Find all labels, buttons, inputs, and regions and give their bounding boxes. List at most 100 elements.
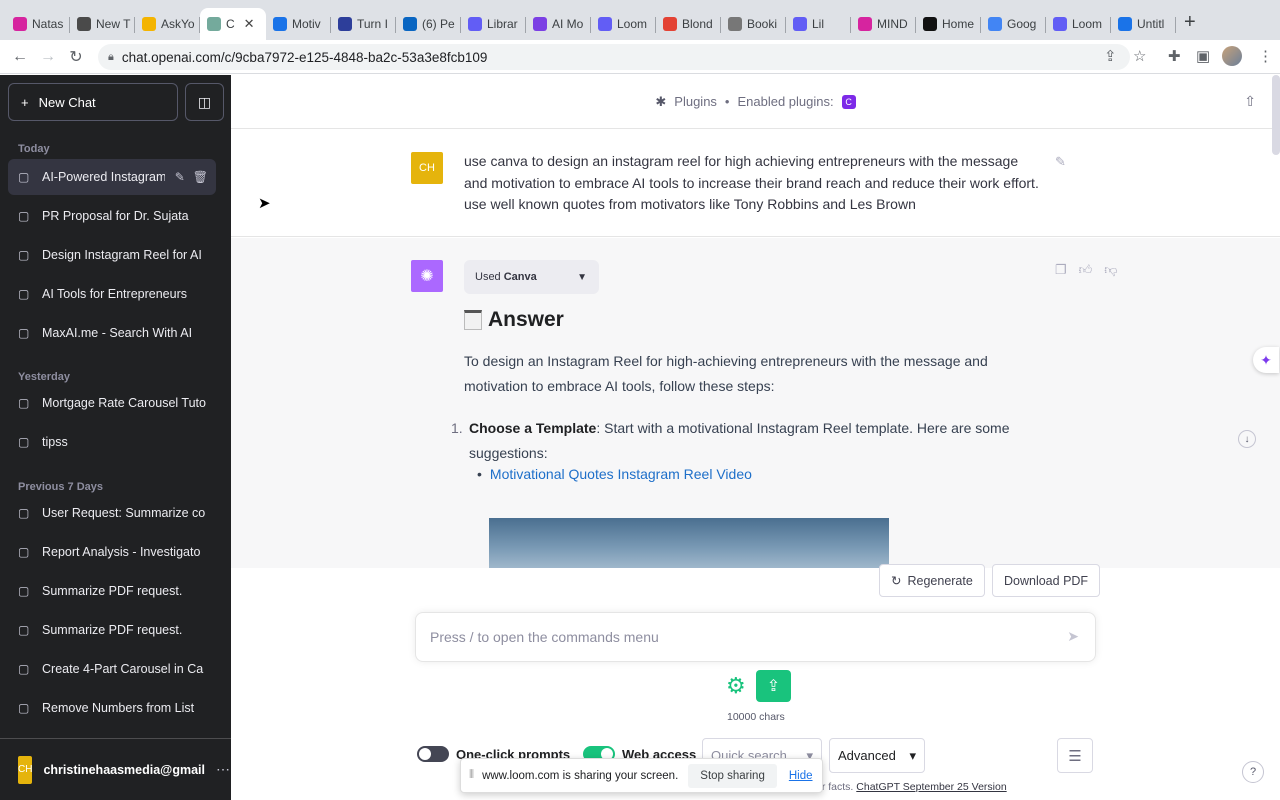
pencil-icon[interactable]: ✎ bbox=[175, 170, 185, 184]
share-page-icon[interactable]: ⇪ bbox=[1104, 47, 1117, 65]
template-preview-image[interactable] bbox=[489, 518, 889, 568]
export-button[interactable]: ⇪ bbox=[756, 670, 791, 702]
chat-item-label: MaxAI.me - Search With AI bbox=[42, 326, 193, 340]
chat-bubble-icon: ▢ bbox=[18, 545, 30, 559]
sidebar-section-heading: Yesterday bbox=[18, 371, 70, 383]
settings-sliders-button[interactable]: ☰ bbox=[1057, 738, 1093, 773]
used-plugin-dropdown[interactable]: Used Canva ▼ bbox=[464, 260, 599, 294]
version-link[interactable]: ChatGPT September 25 Version bbox=[856, 781, 1006, 793]
browser-tab[interactable]: (6) Pe bbox=[396, 8, 461, 40]
forward-icon[interactable]: → bbox=[34, 48, 62, 66]
message-feedback: ❐ 👍︎ 👎︎ bbox=[1055, 262, 1117, 278]
browser-tab[interactable]: Blond bbox=[656, 8, 721, 40]
browser-tab[interactable]: Natas bbox=[6, 8, 70, 40]
toggle-sidebar-button[interactable]: ◫ bbox=[185, 83, 224, 121]
bookmark-star-icon[interactable]: ☆ bbox=[1133, 47, 1146, 65]
prompt-input[interactable]: Press / to open the commands menu ➤ bbox=[415, 612, 1096, 662]
browser-tab[interactable]: MIND bbox=[851, 8, 916, 40]
browser-tab[interactable]: New T bbox=[70, 8, 135, 40]
tab-label: Home bbox=[942, 17, 975, 31]
browser-tab[interactable]: Loom bbox=[591, 8, 656, 40]
browser-tab[interactable]: Goog bbox=[981, 8, 1046, 40]
tab-favicon-icon bbox=[77, 17, 91, 31]
side-panel-icon[interactable]: ▣ bbox=[1196, 47, 1210, 65]
sidebar-chat-item[interactable]: ▢ MaxAI.me - Search With AI bbox=[8, 315, 216, 351]
send-icon[interactable]: ➤ bbox=[1067, 628, 1079, 645]
sidebar-chat-item[interactable]: ▢ Remove Numbers from List bbox=[8, 690, 216, 726]
sidebar-chat-item[interactable]: ▢ Report Analysis - Investigato bbox=[8, 534, 216, 570]
extensions-icon[interactable]: ✚ bbox=[1168, 47, 1181, 65]
browser-tab[interactable]: Loom bbox=[1046, 8, 1111, 40]
browser-tab[interactable]: C ✕ bbox=[200, 8, 266, 40]
user-menu[interactable]: CH christinehaasmedia@gmail ⋯ bbox=[0, 738, 231, 800]
regenerate-button[interactable]: ↻ Regenerate bbox=[879, 564, 985, 597]
sidebar-chat-item[interactable]: ▢ User Request: Summarize co bbox=[8, 495, 216, 531]
tab-favicon-icon bbox=[1053, 17, 1067, 31]
chat-bubble-icon: ▢ bbox=[18, 435, 30, 449]
trash-icon[interactable]: 🗑︎ bbox=[193, 170, 208, 184]
sidebar-chat-item[interactable]: ▢ tipss bbox=[8, 424, 216, 460]
help-button[interactable]: ? bbox=[1242, 761, 1264, 783]
browser-tab[interactable]: Untitl bbox=[1111, 8, 1176, 40]
browser-tab[interactable]: Home bbox=[916, 8, 981, 40]
address-bar[interactable]: 🔒︎ chat.openai.com/c/9cba7972-e125-4848-… bbox=[98, 44, 1130, 70]
tab-label: AI Mo bbox=[552, 17, 584, 31]
chat-item-label: Mortgage Rate Carousel Tuto bbox=[42, 396, 206, 410]
close-tab-icon[interactable]: ✕ bbox=[244, 16, 255, 32]
chat-item-label: Create 4-Part Carousel in Ca bbox=[42, 662, 204, 676]
profile-avatar[interactable] bbox=[1222, 46, 1242, 66]
back-icon[interactable]: ← bbox=[6, 48, 34, 66]
sidebar-chat-item[interactable]: ▢ Mortgage Rate Carousel Tuto bbox=[8, 385, 216, 421]
copy-icon[interactable]: ❐ bbox=[1055, 262, 1067, 278]
browser-tab[interactable]: AskYo bbox=[135, 8, 200, 40]
drag-handle-icon[interactable]: ⦀ bbox=[469, 769, 474, 782]
one-click-prompts-toggle[interactable] bbox=[417, 746, 449, 762]
more-dots-icon[interactable]: ⋯ bbox=[216, 761, 230, 778]
browser-tab[interactable]: Motiv bbox=[266, 8, 331, 40]
thumbs-up-icon[interactable]: 👍︎ bbox=[1079, 262, 1093, 278]
canva-plugin-icon[interactable]: C bbox=[841, 94, 856, 109]
chat-bubble-icon: ▢ bbox=[18, 623, 30, 637]
puzzle-icon: ✱ bbox=[655, 93, 667, 109]
tab-favicon-icon bbox=[273, 17, 287, 31]
chat-item-label: Summarize PDF request. bbox=[42, 623, 183, 637]
sparkle-icon[interactable]: ✦ bbox=[1253, 347, 1279, 373]
hide-button[interactable]: Hide bbox=[789, 770, 813, 782]
reload-icon[interactable]: ↻ bbox=[62, 47, 90, 67]
chat-item-label: AI Tools for Entrepreneurs bbox=[42, 287, 187, 301]
thumbs-down-icon[interactable]: 👎︎ bbox=[1104, 262, 1117, 278]
sidebar-chat-item[interactable]: ▢ AI-Powered Instagram ✎ 🗑︎ bbox=[8, 159, 216, 195]
sidebar-chat-item[interactable]: ▢ Design Instagram Reel for AI bbox=[8, 237, 216, 273]
sidebar-chat-item[interactable]: ▢ Create 4-Part Carousel in Ca bbox=[8, 651, 216, 687]
scroll-down-icon[interactable]: ↓ bbox=[1238, 430, 1256, 448]
sidebar-panel-icon: ◫ bbox=[197, 93, 212, 110]
browser-tab[interactable]: Lil bbox=[786, 8, 851, 40]
tab-favicon-icon bbox=[858, 17, 872, 31]
chat-bubble-icon: ▢ bbox=[18, 396, 30, 410]
browser-tab[interactable]: Booki bbox=[721, 8, 786, 40]
edit-message-icon[interactable]: ✎ bbox=[1055, 154, 1066, 170]
user-message-avatar: CH bbox=[411, 152, 443, 184]
scrollbar[interactable] bbox=[1272, 75, 1280, 155]
download-pdf-button[interactable]: Download PDF bbox=[992, 564, 1101, 597]
browser-tab[interactable]: Librar bbox=[461, 8, 526, 40]
refresh-icon: ↻ bbox=[891, 574, 902, 588]
sidebar-chat-item[interactable]: ▢ PR Proposal for Dr. Sujata bbox=[8, 198, 216, 234]
tab-favicon-icon bbox=[1118, 17, 1132, 31]
advanced-select[interactable]: Advanced ▾ bbox=[829, 738, 925, 773]
browser-menu-icon[interactable]: ⋮ bbox=[1258, 47, 1273, 65]
new-chat-button[interactable]: + New Chat bbox=[8, 83, 178, 121]
browser-tab[interactable]: AI Mo bbox=[526, 8, 591, 40]
sidebar-chat-item[interactable]: ▢ Summarize PDF request. bbox=[8, 612, 216, 648]
browser-tab[interactable]: Turn I bbox=[331, 8, 396, 40]
gear-icon[interactable]: ⚙ bbox=[726, 673, 746, 699]
char-count: 10000 chars bbox=[727, 711, 785, 723]
chat-item-label: Summarize PDF request. bbox=[42, 584, 183, 598]
plugins-label: Plugins bbox=[674, 94, 717, 109]
sidebar-chat-item[interactable]: ▢ AI Tools for Entrepreneurs bbox=[8, 276, 216, 312]
sidebar-chat-item[interactable]: ▢ Summarize PDF request. bbox=[8, 573, 216, 609]
share-chat-icon[interactable]: ⇧ bbox=[1244, 93, 1256, 110]
template-link[interactable]: Motivational Quotes Instagram Reel Video bbox=[490, 466, 752, 482]
stop-sharing-button[interactable]: Stop sharing bbox=[688, 763, 777, 788]
new-tab-icon[interactable]: + bbox=[1184, 11, 1196, 34]
